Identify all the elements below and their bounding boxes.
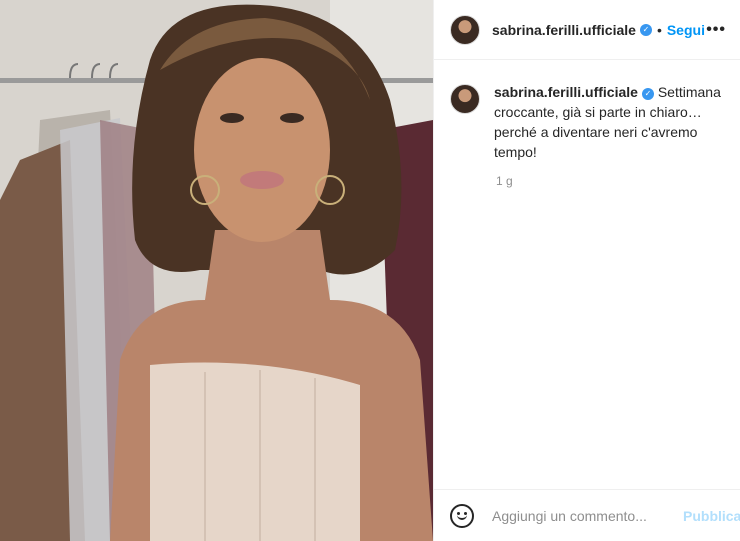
avatar[interactable]	[450, 14, 480, 45]
header-username[interactable]: sabrina.ferilli.ufficiale	[492, 22, 636, 38]
post-time[interactable]: 1 g	[496, 174, 724, 188]
publish-button[interactable]: Pubblica	[683, 508, 740, 524]
photo-illustration	[0, 0, 433, 541]
caption-username[interactable]: sabrina.ferilli.ufficiale	[494, 84, 638, 100]
caption: sabrina.ferilli.ufficiale ✓ Settimana cro…	[450, 82, 724, 162]
post-header: sabrina.ferilli.ufficiale ✓ • Segui •••	[434, 0, 740, 60]
verified-badge-icon: ✓	[639, 23, 652, 36]
add-comment-bar: Pubblica	[434, 489, 740, 541]
post-photo[interactable]	[0, 0, 433, 541]
comment-input[interactable]	[490, 506, 675, 525]
separator-dot: •	[656, 21, 662, 38]
emoji-icon[interactable]	[450, 503, 474, 528]
more-options-icon[interactable]: •••	[706, 21, 726, 39]
comments-section: sabrina.ferilli.ufficiale ✓ Settimana cro…	[434, 60, 740, 489]
instagram-post: sabrina.ferilli.ufficiale ✓ • Segui ••• …	[0, 0, 740, 541]
post-sidebar: sabrina.ferilli.ufficiale ✓ • Segui ••• …	[433, 0, 740, 541]
caption-verified-badge-icon: ✓	[641, 88, 654, 100]
caption-text-block: sabrina.ferilli.ufficiale ✓ Settimana cro…	[494, 82, 724, 162]
caption-avatar[interactable]	[450, 84, 480, 114]
follow-button[interactable]: Segui	[667, 22, 705, 38]
